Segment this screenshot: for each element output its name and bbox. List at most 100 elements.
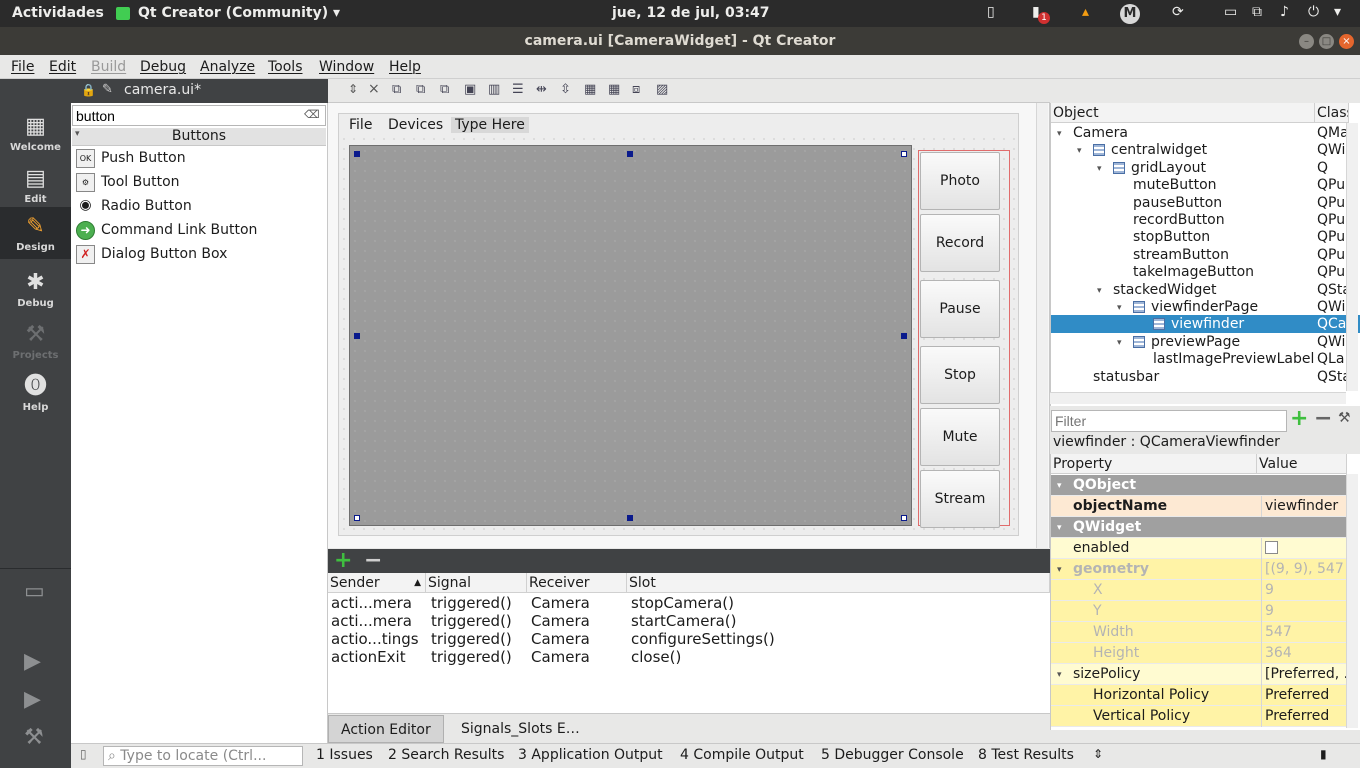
adjust-size-icon[interactable]: ▨ — [656, 82, 668, 97]
resize-handle[interactable] — [354, 333, 360, 339]
menu-debug[interactable]: Debug — [140, 59, 186, 75]
property-value[interactable]: 9 — [1261, 601, 1349, 622]
property-value[interactable]: 547 — [1261, 622, 1349, 643]
menu-help[interactable]: Help — [389, 59, 421, 75]
user-avatar-icon[interactable]: M — [1120, 4, 1140, 24]
form-menu-devices[interactable]: Devices — [388, 117, 443, 133]
expand-arrow-icon[interactable]: ▾ — [1057, 125, 1062, 143]
mode-edit[interactable]: ▤ Edit — [0, 159, 71, 211]
property-row[interactable]: enabled — [1051, 538, 1347, 559]
object-tree-row[interactable]: ▾ previewPage QWi — [1051, 333, 1360, 351]
property-value[interactable]: Preferred — [1261, 685, 1349, 706]
locator-input[interactable]: ⌕ Type to locate (Ctrl... — [103, 746, 303, 766]
object-tree-row[interactable]: ▾ viewfinderPage QWi — [1051, 298, 1360, 316]
expand-arrow-icon[interactable]: ▾ — [1057, 665, 1062, 686]
expand-arrow-icon[interactable]: ▾ — [1057, 518, 1062, 539]
menu-edit[interactable]: Edit — [49, 59, 76, 75]
menu-file[interactable]: File — [11, 59, 34, 75]
expand-arrow-icon[interactable]: ▾ — [1117, 334, 1122, 352]
property-row[interactable]: Vertical Policy Preferred — [1051, 706, 1347, 727]
property-row[interactable]: Height 364 — [1051, 643, 1347, 664]
maximize-icon[interactable]: □ — [1319, 34, 1334, 49]
tab-action-editor[interactable]: Action Editor — [328, 715, 444, 743]
remove-dynamic-property-icon[interactable]: − — [1314, 406, 1332, 431]
layout-vertical-icon[interactable]: ☰ — [512, 82, 524, 97]
output-tab-test-results[interactable]: 8 Test Results — [978, 747, 1074, 763]
tab-signals-slots-editor[interactable]: Signals_Slots E… — [449, 715, 592, 743]
column-class[interactable]: Class — [1315, 103, 1349, 123]
column-property[interactable]: Property — [1051, 454, 1257, 474]
widget-search-input[interactable] — [72, 105, 326, 126]
debug-run-icon[interactable]: ▶ — [24, 687, 41, 712]
expand-arrow-icon[interactable]: ▾ — [1057, 560, 1062, 581]
remove-connection-icon[interactable]: − — [364, 548, 382, 573]
mute-button[interactable]: Mute — [920, 408, 1000, 466]
widget-command-link[interactable]: ➜ Command Link Button — [76, 219, 324, 241]
edit-tab-order-icon[interactable]: ▣ — [464, 82, 476, 97]
mode-welcome[interactable]: ▦ Welcome — [0, 107, 71, 159]
menu-analyze[interactable]: Analyze — [200, 59, 255, 75]
app-menu-button[interactable]: Qt Creator (Community) ▾ — [138, 5, 340, 21]
menu-window[interactable]: Window — [319, 59, 374, 75]
layout-grid-icon[interactable]: ▦ — [608, 82, 620, 97]
mode-help[interactable]: ⓿ Help — [0, 367, 71, 419]
property-value[interactable]: 364 — [1261, 643, 1349, 664]
output-tab-debugger-console[interactable]: 5 Debugger Console — [821, 747, 964, 763]
screen-icon[interactable]: ▭ — [1224, 4, 1237, 20]
widget-dialog-button-box[interactable]: ✗ Dialog Button Box — [76, 243, 324, 265]
widget-radio-button[interactable]: ◉ Radio Button — [76, 195, 324, 217]
update-icon[interactable]: ▴ — [1082, 4, 1089, 20]
widget-push-button[interactable]: OK Push Button — [76, 147, 324, 169]
mode-design[interactable]: ✎ Design — [0, 207, 71, 259]
expand-arrow-icon[interactable]: ▾ — [1097, 160, 1102, 178]
object-tree-row[interactable]: muteButton QPu — [1051, 176, 1360, 194]
widget-category-header[interactable]: ▾ Buttons — [72, 128, 326, 146]
more-tabs-icon[interactable]: ⇕ — [1093, 747, 1103, 761]
output-tab-compile-output[interactable]: 4 Compile Output — [680, 747, 804, 763]
viewfinder-widget[interactable] — [349, 145, 912, 526]
clock[interactable]: jue, 12 de jul, 03:47 — [612, 5, 770, 21]
edit-buddies-icon[interactable]: ⧉ — [440, 82, 449, 97]
power-menu-arrow[interactable]: ▾ — [1334, 4, 1341, 20]
object-tree-row[interactable]: pauseButton QPu — [1051, 194, 1360, 212]
run-icon[interactable]: ▶ — [24, 649, 41, 674]
doc-switch-icon[interactable]: ⇕ — [348, 82, 358, 96]
output-tab-search-results[interactable]: 2 Search Results — [388, 747, 504, 763]
property-value[interactable] — [1261, 538, 1349, 559]
stop-button[interactable]: Stop — [920, 346, 1000, 404]
output-tab-application-output[interactable]: 3 Application Output — [518, 747, 663, 763]
object-tree-row[interactable]: stopButton QPu — [1051, 228, 1360, 246]
toggle-sidebar-icon[interactable]: ▯ — [80, 747, 87, 761]
column-receiver[interactable]: Receiver — [527, 573, 627, 593]
document-tab[interactable]: camera.ui* — [124, 82, 201, 98]
output-tab-issues[interactable]: 1 Issues — [316, 747, 373, 763]
kit-selector-icon[interactable]: ▭ — [24, 579, 45, 604]
object-tree-row[interactable]: ▾ centralwidget QWi — [1051, 141, 1360, 159]
volume-icon[interactable]: ♪ — [1280, 4, 1289, 20]
widget-tool-button[interactable]: ⚙ Tool Button — [76, 171, 324, 193]
expand-arrow-icon[interactable]: ▾ — [1117, 299, 1122, 317]
resize-handle[interactable] — [354, 151, 360, 157]
property-row[interactable]: ▾ QObject — [1051, 475, 1347, 496]
menu-tools[interactable]: Tools — [268, 59, 303, 75]
close-doc-icon[interactable]: × — [368, 81, 380, 97]
property-value[interactable]: [Preferred, ... — [1261, 664, 1349, 685]
stream-button[interactable]: Stream — [920, 470, 1000, 528]
object-tree-row[interactable]: streamButton QPu — [1051, 246, 1360, 264]
add-dynamic-property-icon[interactable]: + — [1290, 406, 1308, 431]
mode-projects[interactable]: ⚒ Projects — [0, 315, 71, 367]
form-menu-type-here[interactable]: Type Here — [451, 117, 529, 133]
object-tree-row[interactable]: ▾ Camera QMa — [1051, 124, 1360, 142]
column-object[interactable]: Object — [1051, 103, 1315, 123]
build-icon[interactable]: ⚒ — [24, 725, 44, 750]
property-row[interactable]: objectName viewfinder — [1051, 496, 1347, 517]
column-signal[interactable]: Signal — [426, 573, 527, 593]
resize-handle[interactable] — [627, 151, 633, 157]
power-icon[interactable]: ⏻ — [1308, 4, 1319, 20]
property-row[interactable]: Width 547 — [1051, 622, 1347, 643]
column-slot[interactable]: Slot — [627, 573, 1050, 593]
property-row[interactable]: Horizontal Policy Preferred — [1051, 685, 1347, 706]
object-tree-row[interactable]: recordButton QPu — [1051, 211, 1360, 229]
inspector-hscrollbar[interactable] — [1050, 392, 1346, 404]
splitter-horizontal-icon[interactable]: ⇹ — [536, 82, 547, 97]
